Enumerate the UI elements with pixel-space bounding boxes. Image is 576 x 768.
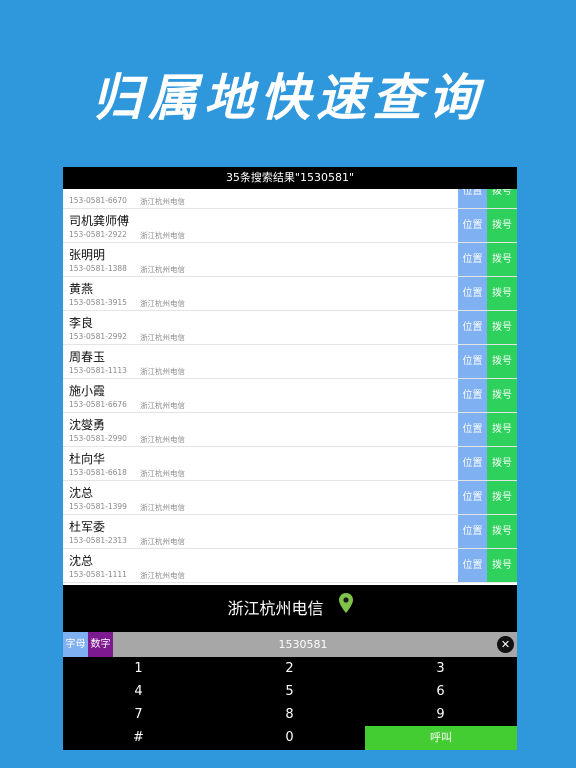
contact-number: 153-0581-2992 bbox=[69, 332, 127, 341]
contact-number: 153-0581-6670 bbox=[69, 196, 127, 205]
contact-name: 司机龚师傅 bbox=[69, 214, 130, 228]
key-6[interactable]: 6 bbox=[365, 680, 516, 703]
contact-row[interactable]: 杜向华 153-0581-6618 浙江杭州电信 位置 拨号 bbox=[63, 447, 517, 481]
contact-row[interactable]: 张明明 153-0581-1388 浙江杭州电信 位置 拨号 bbox=[63, 243, 517, 277]
dial-button[interactable]: 拨号 bbox=[487, 413, 517, 446]
dial-button[interactable]: 拨号 bbox=[487, 447, 517, 480]
contact-number: 153-0581-1111 bbox=[69, 570, 127, 579]
location-button[interactable]: 位置 bbox=[458, 311, 487, 344]
dial-button[interactable]: 拨号 bbox=[487, 189, 517, 208]
contact-carrier: 浙江杭州电信 bbox=[140, 333, 185, 342]
contact-name: 沈燮勇 bbox=[69, 418, 106, 432]
banner-title: 归属地快速查询 bbox=[92, 68, 484, 127]
contact-carrier: 浙江杭州电信 bbox=[140, 231, 185, 240]
location-button[interactable]: 位置 bbox=[458, 209, 487, 242]
key-0[interactable]: 0 bbox=[214, 726, 365, 749]
contact-carrier: 浙江杭州电信 bbox=[140, 435, 185, 444]
contact-carrier: 浙江杭州电信 bbox=[140, 537, 185, 546]
app-panel: 35条搜索结果"1530581" 153-0581-6670 浙江杭州电信 位置 拨号… bbox=[63, 167, 517, 750]
key-2[interactable]: 2 bbox=[214, 657, 365, 680]
location-text: 浙江杭州电信 bbox=[227, 599, 324, 618]
contact-row[interactable]: 黄燕 153-0581-3915 浙江杭州电信 位置 拨号 bbox=[63, 277, 517, 311]
location-button[interactable]: 位置 bbox=[458, 481, 487, 514]
contact-number: 153-0581-2922 bbox=[69, 230, 127, 239]
contact-list[interactable]: 153-0581-6670 浙江杭州电信 位置 拨号 司机龚师傅 153-0581-292… bbox=[63, 189, 517, 585]
contact-number: 153-0581-6676 bbox=[69, 400, 127, 409]
contact-row[interactable]: 李良 153-0581-2992 浙江杭州电信 位置 拨号 bbox=[63, 311, 517, 345]
location-button[interactable]: 位置 bbox=[458, 379, 487, 412]
contact-carrier: 浙江杭州电信 bbox=[140, 571, 185, 580]
contact-name: 沈总 bbox=[69, 486, 94, 500]
key-9[interactable]: 9 bbox=[365, 703, 516, 726]
key-5[interactable]: 5 bbox=[214, 680, 365, 703]
key-3[interactable]: 3 bbox=[365, 657, 516, 680]
contact-carrier: 浙江杭州电信 bbox=[140, 265, 185, 274]
location-button[interactable]: 位置 bbox=[458, 345, 487, 378]
dial-button[interactable]: 拨号 bbox=[487, 243, 517, 276]
contact-carrier: 浙江杭州电信 bbox=[140, 401, 185, 410]
contact-list-inner: 153-0581-6670 浙江杭州电信 位置 拨号 司机龚师傅 153-0581-292… bbox=[63, 189, 517, 583]
dial-button[interactable]: 拨号 bbox=[487, 345, 517, 378]
contact-row[interactable]: 杜军委 153-0581-2313 浙江杭州电信 位置 拨号 bbox=[63, 515, 517, 549]
contact-number: 153-0581-2990 bbox=[69, 434, 127, 443]
location-button[interactable]: 位置 bbox=[458, 413, 487, 446]
contact-row[interactable]: 沈总 153-0581-1399 浙江杭州电信 位置 拨号 bbox=[63, 481, 517, 515]
contact-name: 施小霞 bbox=[69, 384, 106, 398]
contact-name: 黄燕 bbox=[69, 282, 94, 296]
contact-carrier: 浙江杭州电信 bbox=[140, 503, 185, 512]
call-button[interactable]: 呼叫 bbox=[365, 726, 517, 750]
dial-button[interactable]: 拨号 bbox=[487, 379, 517, 412]
dial-button[interactable]: 拨号 bbox=[487, 311, 517, 344]
contact-name: 周春玉 bbox=[69, 350, 106, 364]
contact-name: 杜向华 bbox=[69, 452, 106, 466]
contact-row[interactable]: 153-0581-6670 浙江杭州电信 位置 拨号 bbox=[63, 189, 517, 209]
contact-carrier: 浙江杭州电信 bbox=[140, 299, 185, 308]
dial-keypad: 1 2 3 4 5 6 7 8 9 # 0 呼叫 bbox=[63, 657, 517, 750]
contact-row[interactable]: 司机龚师傅 153-0581-2922 浙江杭州电信 位置 拨号 bbox=[63, 209, 517, 243]
contact-name: 张明明 bbox=[69, 248, 106, 262]
search-input[interactable]: 1530581 bbox=[123, 632, 483, 657]
contact-name: 李良 bbox=[69, 316, 94, 330]
input-bar: 字母 数字 1530581 ✕ bbox=[63, 632, 517, 657]
location-button[interactable]: 位置 bbox=[458, 549, 487, 582]
contact-number: 153-0581-3915 bbox=[69, 298, 127, 307]
location-bar: 浙江杭州电信 bbox=[63, 585, 517, 632]
contact-number: 153-0581-2313 bbox=[69, 536, 127, 545]
contact-number: 153-0581-1399 bbox=[69, 502, 127, 511]
contact-row[interactable]: 沈燮勇 153-0581-2990 浙江杭州电信 位置 拨号 bbox=[63, 413, 517, 447]
dial-button[interactable]: 拨号 bbox=[487, 481, 517, 514]
contact-row[interactable]: 施小霞 153-0581-6676 浙江杭州电信 位置 拨号 bbox=[63, 379, 517, 413]
results-title: 35条搜索结果"1530581" bbox=[63, 167, 517, 189]
location-button[interactable]: 位置 bbox=[458, 277, 487, 310]
map-pin-icon[interactable] bbox=[338, 584, 353, 631]
contact-carrier: 浙江杭州电信 bbox=[140, 197, 185, 206]
contact-name: 杜军委 bbox=[69, 520, 106, 534]
digit-mode-button[interactable]: 数字 bbox=[88, 632, 113, 657]
key-8[interactable]: 8 bbox=[214, 703, 365, 726]
key-4[interactable]: 4 bbox=[63, 680, 214, 703]
location-button[interactable]: 位置 bbox=[458, 189, 487, 208]
location-button[interactable]: 位置 bbox=[458, 243, 487, 276]
contact-row[interactable]: 周春玉 153-0581-1113 浙江杭州电信 位置 拨号 bbox=[63, 345, 517, 379]
location-button[interactable]: 位置 bbox=[458, 447, 487, 480]
contact-number: 153-0581-1388 bbox=[69, 264, 127, 273]
key-1[interactable]: 1 bbox=[63, 657, 214, 680]
contact-number: 153-0581-1113 bbox=[69, 366, 127, 375]
contact-name: 沈总 bbox=[69, 554, 94, 568]
contact-number: 153-0581-6618 bbox=[69, 468, 127, 477]
location-button[interactable]: 位置 bbox=[458, 515, 487, 548]
dial-button[interactable]: 拨号 bbox=[487, 277, 517, 310]
key-hash[interactable]: # bbox=[63, 726, 214, 749]
clear-icon[interactable]: ✕ bbox=[497, 636, 514, 653]
dial-button[interactable]: 拨号 bbox=[487, 209, 517, 242]
dial-button[interactable]: 拨号 bbox=[487, 515, 517, 548]
letter-mode-button[interactable]: 字母 bbox=[63, 632, 88, 657]
key-7[interactable]: 7 bbox=[63, 703, 214, 726]
contact-row[interactable]: 沈总 153-0581-1111 浙江杭州电信 位置 拨号 bbox=[63, 549, 517, 583]
contact-carrier: 浙江杭州电信 bbox=[140, 367, 185, 376]
dial-button[interactable]: 拨号 bbox=[487, 549, 517, 582]
contact-carrier: 浙江杭州电信 bbox=[140, 469, 185, 478]
